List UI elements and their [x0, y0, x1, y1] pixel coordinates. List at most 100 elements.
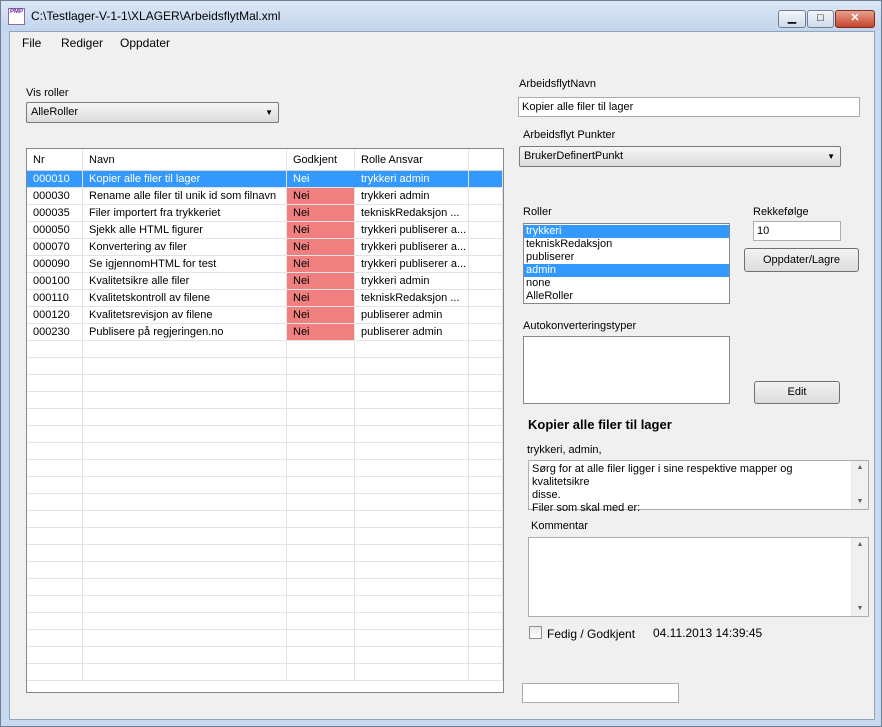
bottom-input[interactable] — [522, 683, 679, 703]
cell-nr[interactable]: 000120 — [27, 307, 83, 324]
cell-rolle[interactable]: publiserer admin — [355, 307, 469, 324]
cell-navn[interactable]: Kvalitetsikre alle filer — [83, 273, 287, 290]
cell-navn[interactable]: Sjekk alle HTML figurer — [83, 222, 287, 239]
table-row[interactable]: 000035 Filer importert fra trykkeriet Nei t… — [27, 205, 503, 222]
empty-row — [27, 545, 503, 562]
cell-rolle[interactable]: tekniskRedaksjon ... — [355, 205, 469, 222]
description-textarea[interactable]: Sørg for at alle filer ligger i sine res… — [528, 460, 869, 514]
cell-nr[interactable]: 000030 — [27, 188, 83, 205]
cell-rolle[interactable]: tekniskRedaksjon ... — [355, 290, 469, 307]
arbeidsflyt-punkter-dropdown[interactable]: BrukerDefinertPunkt ▼ — [519, 146, 841, 167]
cell-navn[interactable]: Kopier alle filer til lager — [83, 171, 287, 188]
cell-godkjent[interactable]: Nei — [287, 188, 355, 205]
list-item[interactable]: none — [524, 277, 729, 290]
cell-nr[interactable]: 000100 — [27, 273, 83, 290]
empty-cell — [469, 443, 503, 460]
cell-nr[interactable]: 000230 — [27, 324, 83, 341]
cell-nr[interactable]: 000050 — [27, 222, 83, 239]
cell-rolle[interactable]: trykkeri admin — [355, 273, 469, 290]
title-bar[interactable]: PMP C:\Testlager-V-1-1\XLAGER\Arbeidsfly… — [1, 1, 881, 31]
ferdig-label[interactable]: Fedig / Godkjent — [547, 627, 635, 641]
cell-godkjent[interactable]: Nei — [287, 171, 355, 188]
cell-nr[interactable]: 000010 — [27, 171, 83, 188]
column-header-godkjent[interactable]: Godkjent — [287, 149, 355, 171]
vis-roller-dropdown[interactable]: AlleRoller ▼ — [26, 102, 279, 123]
column-header-navn[interactable]: Navn — [83, 149, 287, 171]
scroll-down-icon[interactable]: ▼ — [852, 495, 868, 509]
empty-cell — [287, 341, 355, 358]
cell-navn[interactable]: Kvalitetskontroll av filene — [83, 290, 287, 307]
kommentar-scrollbar[interactable]: ▲ ▼ — [851, 538, 868, 616]
empty-cell — [83, 494, 287, 511]
empty-cell — [287, 664, 355, 681]
oppdater-lagre-button[interactable]: Oppdater/Lagre — [744, 248, 859, 272]
empty-cell — [287, 358, 355, 375]
chevron-down-icon: ▼ — [827, 152, 835, 161]
cell-nr[interactable]: 000035 — [27, 205, 83, 222]
cell-rolle[interactable]: trykkeri publiserer a... — [355, 256, 469, 273]
roller-listbox[interactable]: trykkeri tekniskRedaksjon publiserer admin n… — [523, 223, 730, 304]
table-row[interactable]: 000010 Kopier alle filer til lager Nei tryk… — [27, 171, 503, 188]
cell-rolle[interactable]: trykkeri admin — [355, 188, 469, 205]
cell-rolle[interactable]: trykkeri publiserer a... — [355, 239, 469, 256]
cell-nr[interactable]: 000090 — [27, 256, 83, 273]
empty-cell — [83, 426, 287, 443]
menu-file[interactable]: File — [22, 36, 41, 50]
scroll-down-icon[interactable]: ▼ — [852, 602, 868, 616]
cell-navn[interactable]: Rename alle filer til unik id som filnav… — [83, 188, 287, 205]
table-row[interactable]: 000100 Kvalitetsikre alle filer Nei trykker… — [27, 273, 503, 290]
cell-godkjent[interactable]: Nei — [287, 222, 355, 239]
empty-cell — [355, 630, 469, 647]
empty-cell — [83, 528, 287, 545]
scroll-up-icon[interactable]: ▲ — [852, 461, 868, 475]
cell-nr[interactable]: 000070 — [27, 239, 83, 256]
arbeidsflyt-navn-input[interactable]: Kopier alle filer til lager — [518, 97, 860, 117]
table-row[interactable]: 000120 Kvalitetsrevisjon av filene Nei publ… — [27, 307, 503, 324]
autokonvertering-listbox[interactable] — [523, 336, 730, 404]
list-item[interactable]: publiserer — [524, 251, 729, 264]
cell-navn[interactable]: Konvertering av filer — [83, 239, 287, 256]
cell-nr[interactable]: 000110 — [27, 290, 83, 307]
column-header-rolle-ansvar[interactable]: Rolle Ansvar — [355, 149, 469, 171]
empty-cell — [287, 375, 355, 392]
ferdig-checkbox[interactable] — [529, 626, 542, 639]
kommentar-textarea[interactable]: ▲ ▼ — [528, 537, 869, 617]
description-scrollbar[interactable]: ▲ ▼ — [851, 461, 868, 509]
cell-godkjent[interactable]: Nei — [287, 239, 355, 256]
list-item[interactable]: trykkeri — [524, 225, 729, 238]
cell-navn[interactable]: Se igjennomHTML for test — [83, 256, 287, 273]
cell-navn[interactable]: Filer importert fra trykkeriet — [83, 205, 287, 222]
table-row[interactable]: 000090 Se igjennomHTML for test Nei trykker… — [27, 256, 503, 273]
cell-navn[interactable]: Publisere på regjeringen.no — [83, 324, 287, 341]
cell-navn[interactable]: Kvalitetsrevisjon av filene — [83, 307, 287, 324]
cell-godkjent[interactable]: Nei — [287, 205, 355, 222]
table-row[interactable]: 000050 Sjekk alle HTML figurer Nei trykkeri… — [27, 222, 503, 239]
table-row[interactable]: 000030 Rename alle filer til unik id som … — [27, 188, 503, 205]
cell-rolle[interactable]: trykkeri publiserer a... — [355, 222, 469, 239]
list-item[interactable]: AlleRoller — [524, 290, 729, 303]
menu-rediger[interactable]: Rediger — [61, 36, 103, 50]
cell-rolle[interactable]: trykkeri admin — [355, 171, 469, 188]
close-button[interactable]: ✕ — [835, 10, 875, 28]
maximize-button[interactable]: □ — [807, 10, 834, 28]
cell-rolle[interactable]: publiserer admin — [355, 324, 469, 341]
list-item[interactable]: tekniskRedaksjon — [524, 238, 729, 251]
empty-cell — [355, 528, 469, 545]
minimize-button[interactable]: ▁ — [778, 10, 806, 28]
scroll-up-icon[interactable]: ▲ — [852, 538, 868, 552]
rekkefolge-input[interactable]: 10 — [753, 221, 841, 241]
table-row[interactable]: 000070 Konvertering av filer Nei trykkeri p… — [27, 239, 503, 256]
table-row[interactable]: 000230 Publisere på regjeringen.no Nei publ… — [27, 324, 503, 341]
table-row[interactable]: 000110 Kvalitetskontroll av filene Nei tekn… — [27, 290, 503, 307]
list-item[interactable]: admin — [524, 264, 729, 277]
cell-godkjent[interactable]: Nei — [287, 290, 355, 307]
cell-godkjent[interactable]: Nei — [287, 256, 355, 273]
cell-filler — [469, 273, 503, 290]
column-header-nr[interactable]: Nr — [27, 149, 83, 171]
menu-oppdater[interactable]: Oppdater — [120, 36, 170, 50]
empty-cell — [83, 596, 287, 613]
cell-godkjent[interactable]: Nei — [287, 307, 355, 324]
cell-godkjent[interactable]: Nei — [287, 324, 355, 341]
edit-button[interactable]: Edit — [754, 381, 840, 404]
cell-godkjent[interactable]: Nei — [287, 273, 355, 290]
